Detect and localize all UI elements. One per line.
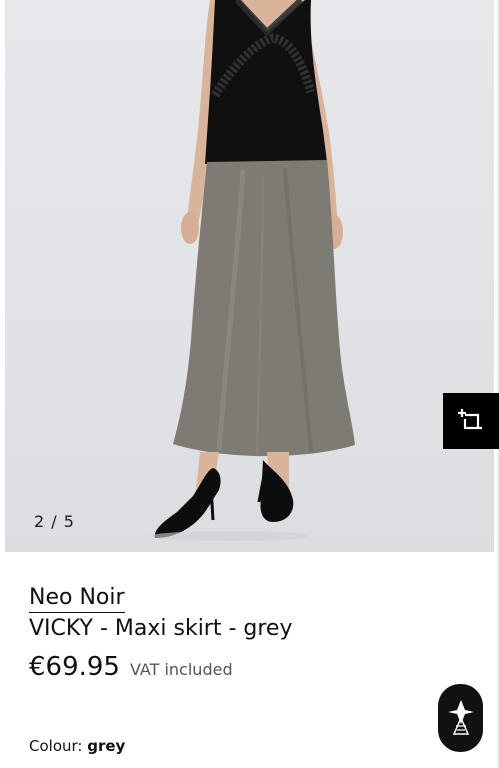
price-row: €69.95 VAT included [29, 652, 233, 682]
crop-add-icon [458, 409, 482, 430]
brand-logo-icon [447, 700, 474, 735]
product-image[interactable]: 2 / 5 [5, 0, 494, 552]
image-counter: 2 / 5 [34, 512, 75, 531]
brand-logo-button[interactable] [438, 684, 483, 752]
colour-value: grey [87, 737, 126, 755]
model-photo [150, 0, 355, 541]
product-price: €69.95 [29, 652, 120, 682]
crop-add-button[interactable] [443, 393, 499, 449]
product-title: VICKY - Maxi skirt - grey [29, 616, 293, 641]
colour-label: Colour: [29, 737, 83, 755]
brand-link[interactable]: Neo Noir [29, 584, 125, 613]
colour-info: Colour: grey [29, 737, 125, 755]
vat-note: VAT included [129, 660, 233, 679]
